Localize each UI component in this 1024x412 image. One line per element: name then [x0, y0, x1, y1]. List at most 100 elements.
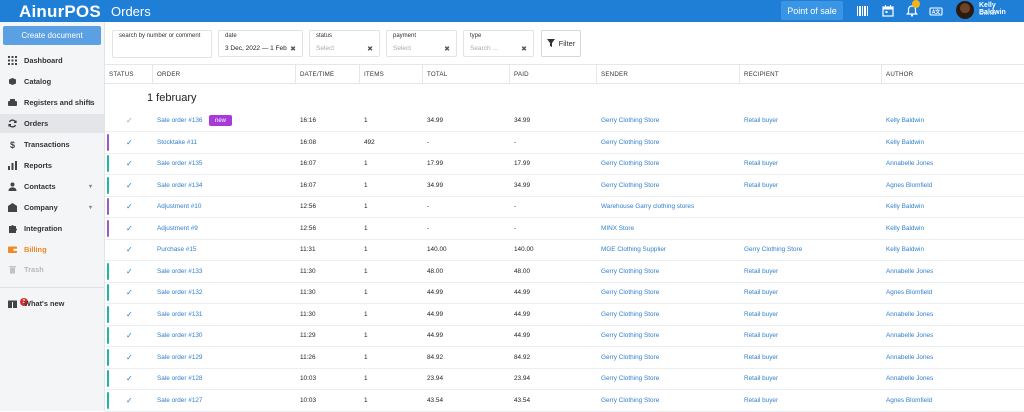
order-sender[interactable]: Gerry Clothing Store: [601, 397, 659, 404]
order-author[interactable]: Annabelle Jones: [886, 354, 933, 361]
order-link[interactable]: Sale order #132: [157, 289, 202, 296]
sidebar-item-orders[interactable]: Orders: [0, 114, 104, 133]
order-link[interactable]: Sale order #133: [157, 268, 202, 275]
table-row[interactable]: ✓ Sale order #130 11:29 1 44.99 44.99 Gerry Cl…: [105, 325, 1024, 347]
payment-filter[interactable]: payment Select ✖: [386, 30, 457, 57]
calendar-icon[interactable]: [881, 4, 895, 18]
app-logo[interactable]: AinurPOS: [19, 2, 101, 22]
order-recipient[interactable]: Retail buyer: [744, 311, 778, 318]
order-recipient[interactable]: Retail buyer: [744, 289, 778, 296]
order-sender[interactable]: Gerry Clothing Store: [601, 268, 659, 275]
table-row[interactable]: ✓ Sale order #131 11:30 1 44.99 44.99 Gerry Cl…: [105, 304, 1024, 326]
order-link[interactable]: Sale order #130: [157, 332, 202, 339]
order-link[interactable]: Stocktake #11: [157, 139, 197, 146]
column-header-datetime[interactable]: DATE/TIME: [300, 71, 334, 78]
order-recipient[interactable]: Retail buyer: [744, 268, 778, 275]
order-sender[interactable]: Gerry Clothing Store: [601, 332, 659, 339]
search-input[interactable]: search by number or comment: [112, 30, 212, 58]
order-author[interactable]: Kelly Baldwin: [886, 246, 924, 253]
order-author[interactable]: Agnes Blomfield: [886, 397, 932, 404]
table-row[interactable]: ✓ Sale order #127 10:03 1 43.54 43.54 Gerry Cl…: [105, 390, 1024, 412]
clear-date-icon[interactable]: ✖: [290, 45, 296, 53]
order-link[interactable]: Sale order #136: [157, 117, 202, 124]
table-row[interactable]: ✓ Sale order #136 new 16:16 1 34.99 34.99 Gerry…: [105, 110, 1024, 132]
order-author[interactable]: Annabelle Jones: [886, 375, 933, 382]
column-header-order[interactable]: ORDER: [157, 71, 180, 78]
order-link[interactable]: Sale order #127: [157, 397, 202, 404]
order-sender[interactable]: Gerry Clothing Store: [601, 182, 659, 189]
type-filter[interactable]: type Search ... ✖: [463, 30, 534, 57]
sidebar-item-company[interactable]: Company ▾: [0, 198, 104, 217]
order-link[interactable]: Adjustment #9: [157, 225, 198, 232]
point-of-sale-button[interactable]: Point of sale: [781, 1, 843, 20]
column-header-status[interactable]: STATUS: [109, 71, 134, 78]
status-filter[interactable]: status Select ✖: [309, 30, 380, 57]
table-row[interactable]: ✓ Adjustment #10 12:56 1 - - Warehouse Garry c…: [105, 196, 1024, 218]
avatar[interactable]: [956, 1, 974, 19]
order-author[interactable]: Kelly Baldwin: [886, 225, 924, 232]
order-link[interactable]: Sale order #135: [157, 160, 202, 167]
order-author[interactable]: Annabelle Jones: [886, 311, 933, 318]
order-author[interactable]: Annabelle Jones: [886, 268, 933, 275]
sidebar-item-billing[interactable]: Billing: [0, 240, 104, 259]
sidebar-item-registers[interactable]: Registers and shifts ▾: [0, 93, 104, 112]
column-header-recipient[interactable]: RECIPIENT: [744, 71, 779, 78]
order-recipient[interactable]: Gerry Clothing Store: [744, 246, 802, 253]
sidebar-item-dashboard[interactable]: Dashboard: [0, 51, 104, 70]
order-author[interactable]: Kelly Baldwin: [886, 117, 924, 124]
table-row[interactable]: ✓ Sale order #132 11:30 1 44.99 44.99 Gerry Cl…: [105, 282, 1024, 304]
sidebar-item-whats-new[interactable]: 1 What's new: [0, 294, 104, 313]
table-row[interactable]: ✓ Stocktake #11 16:08 492 - - Gerry Clothing S…: [105, 132, 1024, 154]
table-row[interactable]: ✓ Purchase #15 11:31 1 140.00 140.00 MGE Cloth…: [105, 239, 1024, 261]
order-sender[interactable]: Gerry Clothing Store: [601, 160, 659, 167]
table-row[interactable]: ✓ Adjustment #9 12:56 1 - - MINX Store Kelly Ba…: [105, 218, 1024, 240]
sidebar-item-reports[interactable]: Reports: [0, 156, 104, 175]
order-sender[interactable]: Gerry Clothing Store: [601, 375, 659, 382]
order-sender[interactable]: Gerry Clothing Store: [601, 311, 659, 318]
table-row[interactable]: ✓ Sale order #133 11:30 1 48.00 48.00 Gerry Cl…: [105, 261, 1024, 283]
sidebar-item-integration[interactable]: Integration: [0, 219, 104, 238]
order-recipient[interactable]: Retail buyer: [744, 332, 778, 339]
order-recipient[interactable]: Retail buyer: [744, 117, 778, 124]
order-sender[interactable]: Gerry Clothing Store: [601, 354, 659, 361]
column-header-items[interactable]: ITEMS: [364, 71, 384, 78]
order-sender[interactable]: Gerry Clothing Store: [601, 289, 659, 296]
column-header-author[interactable]: AUTHOR: [886, 71, 913, 78]
sidebar-item-contacts[interactable]: Contacts ▾: [0, 177, 104, 196]
date-filter[interactable]: date 3 Dec, 2022 — 1 Feb ✖: [218, 30, 303, 57]
column-header-sender[interactable]: SENDER: [601, 71, 628, 78]
order-recipient[interactable]: Retail buyer: [744, 375, 778, 382]
create-document-button[interactable]: Create document: [3, 26, 101, 45]
order-sender[interactable]: Warehouse Garry clothing stores: [601, 203, 694, 210]
order-author[interactable]: Kelly Baldwin: [886, 203, 924, 210]
sidebar-item-transactions[interactable]: $ Transactions: [0, 135, 104, 154]
sidebar-item-catalog[interactable]: Catalog: [0, 72, 104, 91]
order-recipient[interactable]: Retail buyer: [744, 354, 778, 361]
order-author[interactable]: Kelly Baldwin: [886, 139, 924, 146]
table-row[interactable]: ✓ Sale order #128 10:03 1 23.94 23.94 Gerry Cl…: [105, 368, 1024, 390]
order-sender[interactable]: Gerry Clothing Store: [601, 139, 659, 146]
order-link[interactable]: Adjustment #10: [157, 203, 201, 210]
order-link[interactable]: Sale order #128: [157, 375, 202, 382]
order-link[interactable]: Purchase #15: [157, 246, 196, 253]
order-author[interactable]: Annabelle Jones: [886, 160, 933, 167]
table-row[interactable]: ✓ Sale order #135 16:07 1 17.99 17.99 Gerry Cl…: [105, 153, 1024, 175]
order-link[interactable]: Sale order #134: [157, 182, 202, 189]
order-author[interactable]: Agnes Blomfield: [886, 289, 932, 296]
language-icon[interactable]: A文: [929, 4, 943, 18]
column-header-total[interactable]: TOTAL: [427, 71, 447, 78]
order-link[interactable]: Sale order #131: [157, 311, 202, 318]
column-header-paid[interactable]: PAID: [514, 71, 529, 78]
clear-type-icon[interactable]: ✖: [521, 45, 527, 53]
order-recipient[interactable]: Retail buyer: [744, 160, 778, 167]
order-author[interactable]: Agnes Blomfield: [886, 182, 932, 189]
order-recipient[interactable]: Retail buyer: [744, 397, 778, 404]
order-sender[interactable]: MINX Store: [601, 225, 634, 232]
clear-payment-icon[interactable]: ✖: [444, 45, 450, 53]
filter-button[interactable]: Filter: [541, 30, 581, 57]
barcode-icon[interactable]: [856, 4, 870, 18]
order-sender[interactable]: Gerry Clothing Store: [601, 117, 659, 124]
sidebar-item-trash[interactable]: Trash: [0, 260, 104, 279]
order-sender[interactable]: MGE Clothing Supplier: [601, 246, 666, 253]
order-author[interactable]: Annabelle Jones: [886, 332, 933, 339]
